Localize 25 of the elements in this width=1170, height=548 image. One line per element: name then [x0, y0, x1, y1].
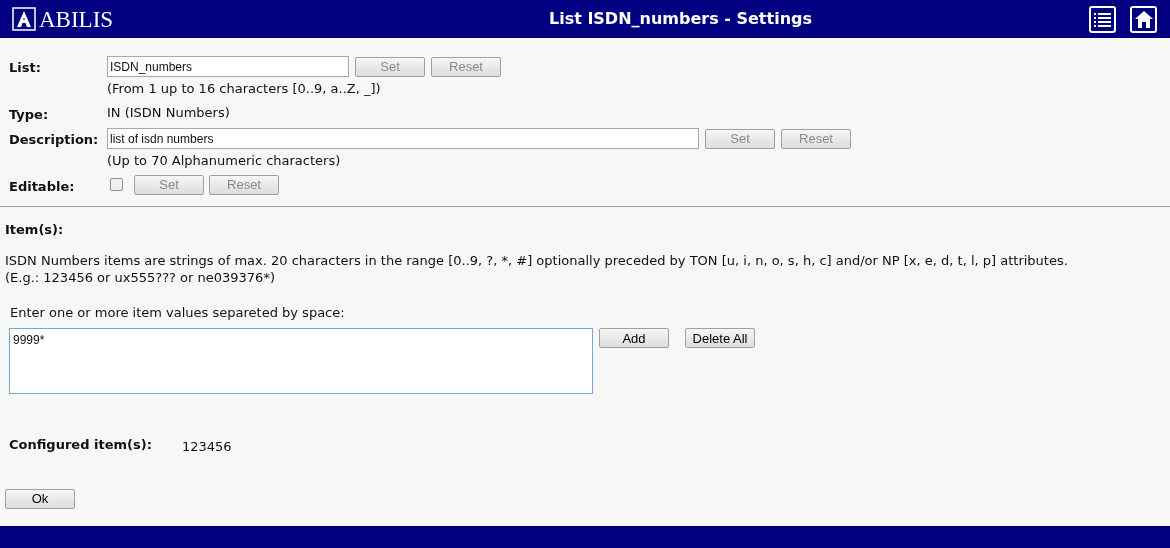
field-hint: (From 1 up to 16 characters [0..9, a..Z, _])	[107, 80, 382, 98]
checkbox[interactable]	[110, 178, 123, 191]
text-field[interactable]: ISDN_numbers	[107, 56, 349, 77]
text-field[interactable]: list of isdn numbers	[107, 128, 699, 149]
field-value: IN (ISDN Numbers)	[107, 103, 230, 122]
items-description: ISDN Numbers items are strings of max. 20 characters in the range [0..9, ?, *, #] optionally preceded by TON [u, i, n, o, s, h, c] and/or NP [x, e, d, t, l, p] attributes.	[5, 251, 1069, 269]
logo-text: ABILIS	[39, 7, 114, 31]
field-label: Description:	[9, 131, 100, 149]
field-label: Type:	[9, 105, 50, 124]
list-icon[interactable]	[1089, 5, 1116, 33]
configured-label: Configured item(s):	[9, 436, 153, 454]
field-hint: (Up to 70 Alphanumeric characters)	[107, 152, 342, 170]
field-label: Editable:	[9, 177, 76, 196]
items-textarea[interactable]: 9999*	[9, 328, 593, 394]
items-example: (E.g.: 123456 or ux555??? or ne039376*)	[5, 268, 276, 286]
logo-icon	[12, 7, 36, 31]
field-label: List:	[9, 59, 42, 77]
action-button[interactable]: Delete All	[685, 328, 755, 348]
entry-prompt: Enter one or more item values separeted by space:	[10, 303, 346, 322]
action-button[interactable]: Ok	[5, 488, 75, 509]
home-icon[interactable]	[1130, 5, 1157, 33]
action-button[interactable]: Add	[599, 328, 669, 348]
page-title: List ISDN_numbers - Settings	[548, 8, 812, 30]
section-heading: Item(s):	[5, 221, 65, 239]
configured-item: 123456	[182, 438, 232, 456]
